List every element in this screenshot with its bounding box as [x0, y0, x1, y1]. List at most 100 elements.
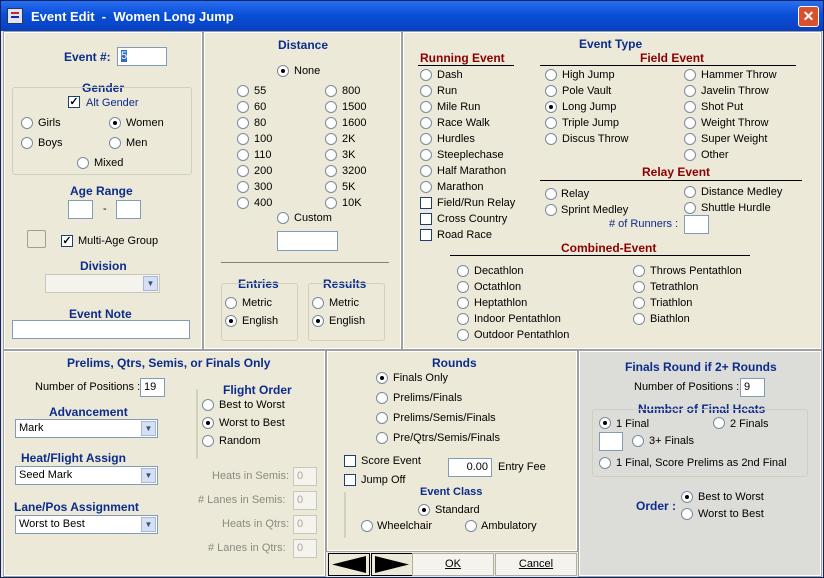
mixed-radio[interactable] — [77, 157, 89, 169]
ok-button[interactable]: OK — [412, 553, 494, 576]
running-event-radio[interactable] — [420, 117, 432, 129]
jump-off-checkbox[interactable] — [344, 474, 356, 486]
combined-event-radio[interactable] — [457, 265, 469, 277]
one-final-radio[interactable] — [599, 417, 611, 429]
distance-option-radio[interactable] — [325, 85, 337, 97]
women-radio[interactable] — [109, 117, 121, 129]
running-event-radio[interactable] — [420, 165, 432, 177]
ambulatory-radio[interactable] — [465, 520, 477, 532]
field-event-radio[interactable] — [545, 85, 557, 97]
final-heats-count-input[interactable] — [599, 432, 623, 451]
age-from-input[interactable] — [68, 200, 93, 219]
distance-option-radio[interactable] — [325, 133, 337, 145]
lanes-semis-input[interactable]: 0 — [293, 491, 317, 510]
men-radio[interactable] — [109, 137, 121, 149]
distance-option-radio[interactable] — [325, 165, 337, 177]
rounds-option-radio[interactable] — [376, 412, 388, 424]
combined-event-radio[interactable] — [633, 265, 645, 277]
running-event-radio[interactable] — [420, 85, 432, 97]
multi-age-button[interactable] — [27, 230, 46, 248]
close-button[interactable]: ✕ — [798, 6, 819, 27]
distance-option-radio[interactable] — [237, 133, 249, 145]
age-to-input[interactable] — [116, 200, 141, 219]
running-event-radio[interactable] — [420, 149, 432, 161]
score-prelims-radio[interactable] — [599, 457, 611, 469]
distance-option-radio[interactable] — [325, 149, 337, 161]
lanes-qtrs-input[interactable]: 0 — [293, 539, 317, 558]
event-number-input[interactable]: 5 — [117, 47, 167, 66]
distance-option-radio[interactable] — [237, 101, 249, 113]
next-button[interactable] — [371, 553, 413, 576]
field-event-radio[interactable] — [684, 133, 696, 145]
lane-assign-select[interactable]: Worst to Best ▼ — [15, 515, 158, 534]
running-option-checkbox[interactable] — [420, 229, 432, 241]
results-english-radio[interactable] — [312, 315, 324, 327]
finals-best-to-worst-radio[interactable] — [681, 491, 693, 503]
rounds-option-radio[interactable] — [376, 392, 388, 404]
random-radio[interactable] — [202, 435, 214, 447]
running-event-radio[interactable] — [420, 133, 432, 145]
entries-english-radio[interactable] — [225, 315, 237, 327]
distance-option-radio[interactable] — [237, 85, 249, 97]
cancel-button[interactable]: Cancel — [495, 553, 577, 576]
results-metric-radio[interactable] — [312, 297, 324, 309]
distance-option-radio[interactable] — [237, 197, 249, 209]
event-note-input[interactable] — [12, 320, 190, 339]
runners-input[interactable] — [684, 215, 709, 234]
field-event-radio[interactable] — [684, 85, 696, 97]
three-plus-finals-radio[interactable] — [632, 435, 644, 447]
distance-option-radio[interactable] — [237, 181, 249, 193]
distance-option-radio[interactable] — [325, 101, 337, 113]
prelims-positions-input[interactable]: 19 — [140, 378, 165, 397]
field-event-radio[interactable] — [545, 101, 557, 113]
rounds-option-radio[interactable] — [376, 432, 388, 444]
relay-radio[interactable] — [545, 188, 557, 200]
field-event-radio[interactable] — [684, 69, 696, 81]
division-select[interactable]: ▼ — [45, 274, 160, 293]
heats-semis-input[interactable]: 0 — [293, 467, 317, 486]
field-event-radio[interactable] — [684, 101, 696, 113]
distance-medley-radio[interactable] — [684, 186, 696, 198]
distance-option-radio[interactable] — [237, 165, 249, 177]
distance-option-radio[interactable] — [237, 149, 249, 161]
score-event-checkbox[interactable] — [344, 455, 356, 467]
multi-age-checkbox[interactable]: ✓ — [61, 235, 73, 247]
standard-radio[interactable] — [418, 504, 430, 516]
heat-flight-select[interactable]: Seed Mark ▼ — [15, 466, 158, 485]
girls-radio[interactable] — [21, 117, 33, 129]
entries-metric-radio[interactable] — [225, 297, 237, 309]
worst-to-best-radio[interactable] — [202, 417, 214, 429]
prev-button[interactable] — [328, 553, 370, 576]
field-event-radio[interactable] — [684, 149, 696, 161]
field-event-radio[interactable] — [545, 69, 557, 81]
boys-radio[interactable] — [21, 137, 33, 149]
combined-event-radio[interactable] — [457, 329, 469, 341]
field-event-radio[interactable] — [684, 117, 696, 129]
distance-option-radio[interactable] — [237, 117, 249, 129]
running-event-radio[interactable] — [420, 69, 432, 81]
field-event-radio[interactable] — [545, 117, 557, 129]
heats-qtrs-input[interactable]: 0 — [293, 515, 317, 534]
finals-worst-to-best-radio[interactable] — [681, 508, 693, 520]
field-event-radio[interactable] — [545, 133, 557, 145]
distance-option-radio[interactable] — [325, 197, 337, 209]
running-option-checkbox[interactable] — [420, 213, 432, 225]
custom-distance-input[interactable] — [277, 231, 338, 251]
distance-option-radio[interactable] — [325, 181, 337, 193]
rounds-option-radio[interactable] — [376, 372, 388, 384]
title-bar[interactable]: Event Edit - Women Long Jump ✕ — [1, 1, 823, 31]
two-finals-radio[interactable] — [713, 417, 725, 429]
finals-positions-input[interactable]: 9 — [740, 378, 765, 397]
wheelchair-radio[interactable] — [361, 520, 373, 532]
combined-event-radio[interactable] — [457, 297, 469, 309]
running-event-radio[interactable] — [420, 101, 432, 113]
alt-gender-checkbox[interactable]: ✓ — [68, 96, 80, 108]
distance-custom-radio[interactable] — [277, 212, 289, 224]
running-event-radio[interactable] — [420, 181, 432, 193]
running-option-checkbox[interactable] — [420, 197, 432, 209]
sprint-medley-radio[interactable] — [545, 204, 557, 216]
advancement-select[interactable]: Mark ▼ — [15, 419, 158, 438]
combined-event-radio[interactable] — [633, 281, 645, 293]
best-to-worst-radio[interactable] — [202, 399, 214, 411]
combined-event-radio[interactable] — [457, 281, 469, 293]
